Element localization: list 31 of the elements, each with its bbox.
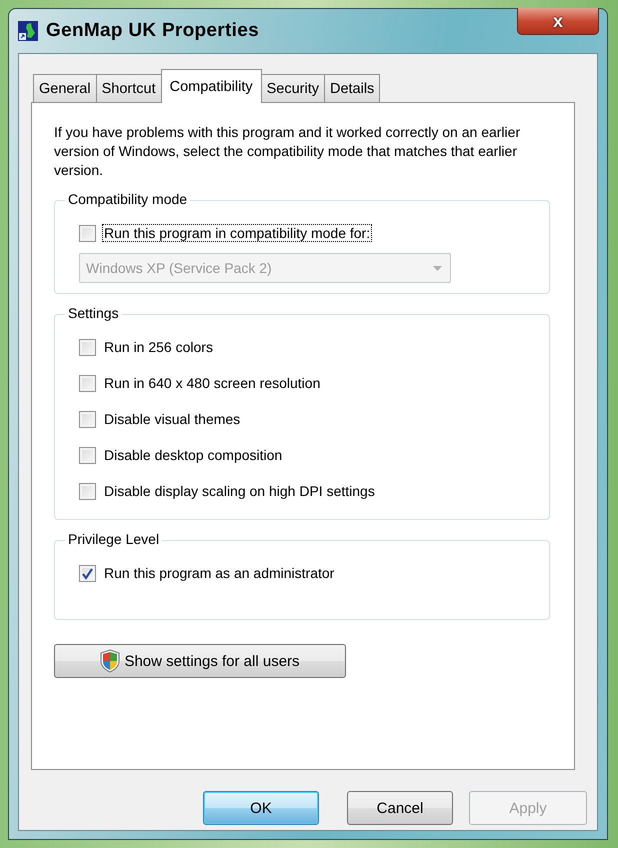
group-title: Privilege Level [65, 531, 162, 547]
shield-icon [100, 649, 120, 673]
checkbox-label[interactable]: Disable display scaling on high DPI settings [102, 482, 377, 500]
checkbox[interactable] [79, 446, 96, 464]
checkbox[interactable] [79, 482, 96, 500]
dialog-button[interactable]: OK [203, 791, 319, 825]
intro-text: If you have problems with this program and it worked correctly on an earlier version of Windows, select the compatibility mode that matches that earlier version. [54, 123, 522, 180]
group-title: Compatibility mode [65, 191, 190, 207]
group-title: Settings [65, 305, 122, 321]
window-title: GenMap UK Properties [46, 20, 259, 42]
dropdown-arrow-icon [433, 266, 442, 270]
checkbox[interactable] [79, 374, 96, 392]
tab[interactable]: Shortcut [96, 74, 162, 102]
dialog-button[interactable]: Cancel [347, 791, 453, 825]
tab[interactable]: Compatibility [160, 69, 262, 103]
tab[interactable]: Security [260, 74, 325, 102]
checkbox[interactable] [79, 564, 96, 582]
show-settings-button[interactable]: Show settings for all users [54, 644, 346, 678]
map-icon [18, 21, 38, 41]
checkbox-label[interactable]: Run in 256 colors [102, 338, 215, 356]
close-button[interactable]: x [517, 8, 599, 35]
tab[interactable]: General [33, 74, 97, 102]
checkbox-label[interactable]: Disable visual themes [102, 410, 242, 428]
checkbox-label[interactable]: Disable desktop composition [102, 446, 284, 464]
checkbox-label[interactable]: Run this program as an administrator [102, 564, 336, 582]
checkbox-label[interactable]: Run in 640 x 480 screen resolution [102, 374, 322, 392]
checkbox[interactable] [79, 410, 96, 428]
tab[interactable]: Details [324, 74, 380, 102]
checkbox[interactable] [79, 338, 96, 356]
checkbox[interactable] [79, 224, 96, 242]
checkbox-label[interactable]: Run this program in compatibility mode for: [102, 224, 372, 242]
